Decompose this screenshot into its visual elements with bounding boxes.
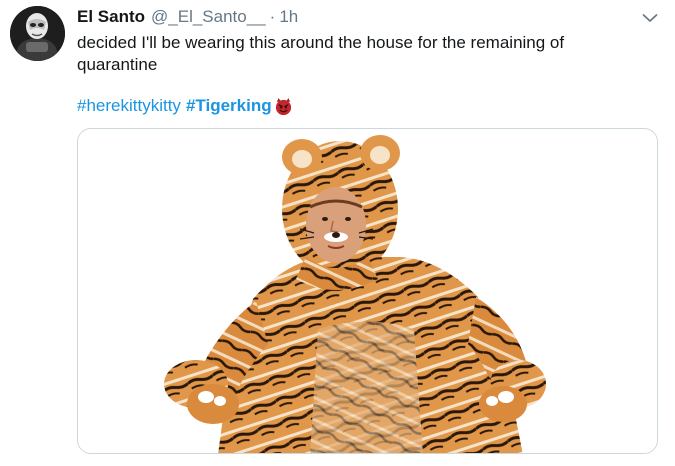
devil-face-emoji xyxy=(275,97,291,115)
user-handle[interactable]: @_El_Santo__ xyxy=(151,7,266,27)
display-name[interactable]: El Santo xyxy=(77,7,145,27)
tweet-media-photo[interactable] xyxy=(77,128,658,454)
tweet-text: decided I'll be wearing this around the … xyxy=(77,33,565,74)
hashtag-herekittykitty[interactable]: #herekittykitty xyxy=(77,96,181,116)
hashtag-tigerking[interactable]: #Tigerking xyxy=(186,96,272,116)
timestamp[interactable]: 1h xyxy=(279,7,298,27)
avatar[interactable] xyxy=(10,6,65,61)
tweet-header: El Santo @_El_Santo__ · 1h xyxy=(77,7,298,29)
hashtag-row: #herekittykitty #Tigerking xyxy=(77,94,293,118)
tweet[interactable]: El Santo @_El_Santo__ · 1h decided I'll … xyxy=(0,0,675,466)
tiger-costume-photo xyxy=(78,129,657,453)
avatar-image xyxy=(10,6,65,61)
chevron-down-icon xyxy=(642,14,658,22)
tweet-menu-button[interactable] xyxy=(638,6,662,30)
separator-dot: · xyxy=(269,7,276,26)
